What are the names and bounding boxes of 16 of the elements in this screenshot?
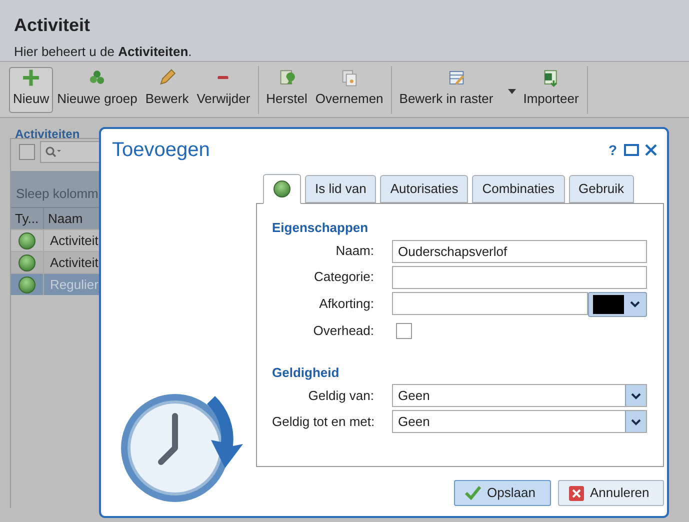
field-label: Overhead: [312, 322, 375, 340]
table-cell-text: Activiteit [50, 232, 98, 250]
field-label: Categorie: [313, 268, 375, 286]
section-title: Geldigheid [272, 364, 340, 382]
page-title: Activiteit [14, 14, 92, 36]
field-label: Naam: [334, 242, 375, 260]
page-subtitle: Hier beheert u de Activiteiten. [14, 43, 193, 61]
field-label: Afkorting: [318, 295, 375, 314]
table-cell-text: Activiteit [50, 254, 98, 272]
group-by-hint: Sleep kolomm [16, 184, 98, 203]
field-label: Geldig tot en met: [272, 412, 376, 431]
dialog-title: Toevoegen [112, 138, 211, 163]
panel-title: Activiteiten [15, 127, 80, 141]
field-label: Geldig van: [307, 386, 375, 405]
section-title: Eigenschappen [272, 219, 370, 237]
table-cell-text: Regulier [50, 276, 98, 294]
